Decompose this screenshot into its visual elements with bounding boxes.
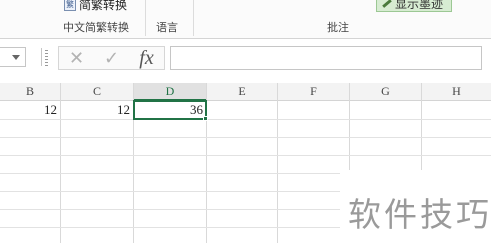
group-separator (145, 0, 146, 36)
column-header-e[interactable]: E (207, 83, 277, 101)
group-separator (193, 0, 194, 36)
column-header-d[interactable]: D (134, 83, 206, 101)
formula-bar: ✕ ✓ fx (0, 39, 491, 80)
group-label-chinese-conversion: 中文简繁转换 (63, 22, 129, 34)
cell-b1[interactable]: 12 (0, 101, 60, 119)
cancel-icon[interactable]: ✕ (59, 47, 94, 69)
divider (41, 48, 42, 66)
grid-line (0, 137, 491, 138)
fill-handle[interactable] (203, 116, 208, 121)
chevron-down-icon[interactable] (12, 55, 20, 60)
ribbon: 繁 简繁转换 中文简繁转换 语言 显示墨迹 批注 (0, 0, 491, 39)
column-header-f[interactable]: F (278, 83, 349, 101)
grid-line (0, 119, 491, 120)
watermark-text: 软件技巧 (348, 195, 491, 234)
formula-buttons: ✕ ✓ fx (58, 46, 165, 70)
grid-line (277, 83, 278, 243)
grid-line (0, 155, 491, 156)
column-header-c[interactable]: C (61, 83, 133, 101)
pen-icon (382, 0, 392, 8)
resize-handle[interactable] (45, 50, 48, 66)
group-label-comments: 批注 (327, 22, 349, 34)
simplified-traditional-convert-button[interactable]: 繁 简繁转换 (64, 0, 127, 13)
column-header-g[interactable]: G (350, 83, 421, 101)
active-cell-border (133, 100, 207, 120)
convert-icon: 繁 (64, 0, 76, 11)
show-ink-label: 显示墨迹 (395, 0, 444, 11)
cell-c1[interactable]: 12 (61, 101, 133, 119)
insert-function-icon[interactable]: fx (129, 47, 164, 69)
group-label-language: 语言 (156, 22, 178, 34)
formula-input[interactable] (170, 46, 482, 70)
watermark: 软件技巧 (340, 170, 491, 243)
show-ink-button[interactable]: 显示墨迹 (376, 0, 452, 12)
name-box[interactable] (0, 47, 26, 67)
enter-icon[interactable]: ✓ (94, 47, 129, 69)
column-header-b[interactable]: B (0, 83, 60, 101)
convert-button-label: 简繁转换 (79, 0, 128, 12)
column-header-h[interactable]: H (422, 83, 491, 101)
